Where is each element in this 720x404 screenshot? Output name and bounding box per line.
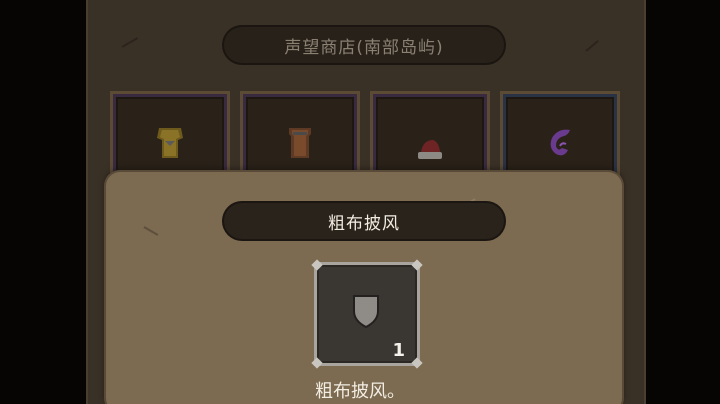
item-icon-frame: 1: [311, 259, 423, 369]
red-hat-icon: [418, 140, 442, 159]
game-screen: 声望商店(南部岛屿) 粗布披风 1 粗布披风。: [0, 0, 720, 404]
shop-title: 声望商店(南部岛屿): [284, 37, 444, 58]
yellow-armor-icon: [157, 128, 183, 158]
purple-swirl-icon: [550, 129, 570, 156]
item-name: 粗布披风: [328, 213, 400, 234]
item-description: 粗布披风。: [315, 381, 405, 402]
cloak-shield-icon: [353, 295, 379, 329]
leather-armor-icon: [289, 128, 311, 158]
frame-corner: [311, 259, 323, 271]
item-quantity: 1: [392, 340, 405, 361]
item-title-banner: 粗布披风: [222, 201, 506, 241]
shop-title-banner: 声望商店(南部岛屿): [222, 25, 506, 65]
